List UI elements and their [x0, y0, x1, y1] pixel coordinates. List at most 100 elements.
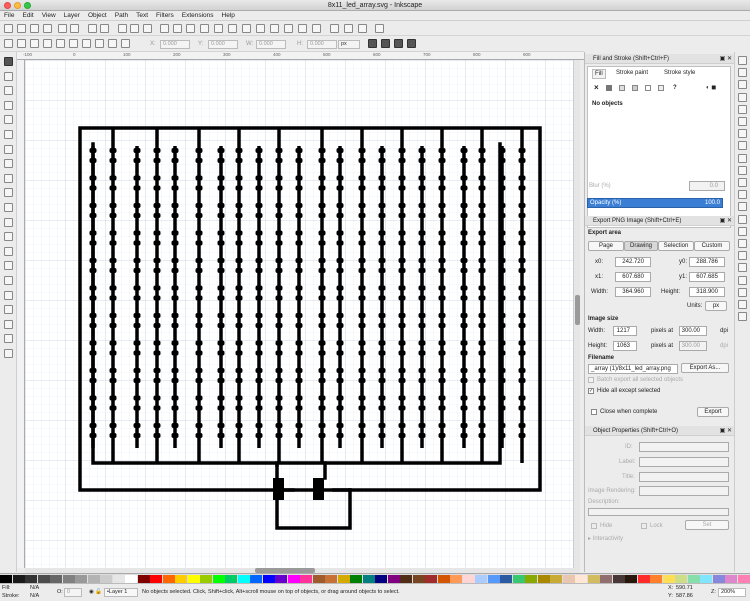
palette-swatch[interactable]: [112, 575, 125, 583]
lock-checkbox[interactable]: [641, 523, 647, 529]
layer-select[interactable]: •Layer 1: [104, 588, 138, 597]
area-height-field[interactable]: 318.900: [689, 287, 725, 297]
command-icon[interactable]: [256, 24, 265, 33]
snap-toggle-icon[interactable]: [738, 287, 747, 297]
stroke-indicator-value[interactable]: N/A: [30, 593, 39, 600]
command-icon[interactable]: [344, 24, 353, 33]
spray-tool-icon[interactable]: [4, 261, 13, 271]
palette-swatch[interactable]: [0, 575, 12, 583]
palette-swatch[interactable]: [562, 575, 575, 583]
selector-option-icon[interactable]: [4, 39, 13, 48]
snap-toggle-icon[interactable]: [738, 226, 747, 236]
palette-swatch[interactable]: [425, 575, 437, 583]
image-rendering-select[interactable]: [639, 486, 729, 496]
ellipse-tool-icon[interactable]: [4, 159, 13, 169]
palette-swatch[interactable]: [500, 575, 512, 583]
palette-swatch[interactable]: [725, 575, 737, 583]
selector-option-icon[interactable]: [108, 39, 117, 48]
menu-layer[interactable]: Layer: [60, 11, 84, 21]
star-tool-icon[interactable]: [4, 173, 13, 183]
palette-swatch[interactable]: [512, 575, 525, 583]
snap-toggle-icon[interactable]: [738, 190, 747, 200]
export-png-header[interactable]: Export PNG Image (Shift+Ctrl+E) ▣ ✕: [585, 216, 735, 226]
palette-swatch[interactable]: [212, 575, 225, 583]
palette-swatch[interactable]: [137, 575, 150, 583]
command-icon[interactable]: [312, 24, 321, 33]
filename-field[interactable]: _array (1)/8x11_led_array.png: [588, 364, 678, 374]
no-paint-icon[interactable]: ×: [594, 84, 599, 92]
spiral-tool-icon[interactable]: [4, 188, 13, 198]
dialog-close-icon[interactable]: ▣ ✕: [720, 426, 732, 436]
unset-paint-icon[interactable]: ?: [673, 84, 677, 92]
snap-toggle-icon[interactable]: [738, 263, 747, 273]
dialog-close-icon[interactable]: ▣ ✕: [720, 216, 732, 226]
zoom-window-icon[interactable]: [24, 2, 31, 9]
menu-file[interactable]: File: [0, 11, 18, 21]
snap-toggle-icon[interactable]: [738, 165, 747, 175]
snap-toggle-icon[interactable]: [738, 251, 747, 261]
area-width-field[interactable]: 364.960: [615, 287, 651, 297]
blur-field[interactable]: 0.0: [689, 181, 725, 191]
palette-swatch[interactable]: [387, 575, 400, 583]
command-icon[interactable]: [284, 24, 293, 33]
snap-toggle-icon[interactable]: [738, 275, 747, 285]
selector-option-icon[interactable]: [17, 39, 26, 48]
palette-swatch[interactable]: [12, 575, 25, 583]
mesh-tool-icon[interactable]: [4, 319, 13, 329]
palette-swatch[interactable]: [700, 575, 712, 583]
eraser-tool-icon[interactable]: [4, 276, 13, 285]
tab-stroke-style[interactable]: Stroke style: [662, 69, 697, 77]
object-properties-header[interactable]: Object Properties (Shift+Ctrl+O) ▣ ✕: [585, 426, 735, 436]
fill-rule-icon[interactable]: ◐ ◼: [706, 84, 716, 92]
snap-toggle-icon[interactable]: [738, 312, 747, 322]
palette-swatch[interactable]: [187, 575, 200, 583]
canvas[interactable]: [25, 60, 573, 568]
palette-swatch[interactable]: [625, 575, 637, 583]
transform-affect-icon[interactable]: [394, 39, 403, 48]
y-field[interactable]: 0.000: [208, 40, 238, 49]
palette-swatch[interactable]: [275, 575, 287, 583]
transform-affect-icon[interactable]: [407, 39, 416, 48]
palette-swatch[interactable]: [25, 575, 37, 583]
palette-swatch[interactable]: [462, 575, 475, 583]
interactivity-expander[interactable]: ▸ Interactivity: [588, 535, 623, 543]
palette-swatch[interactable]: [350, 575, 362, 583]
command-icon[interactable]: [228, 24, 237, 33]
h-field[interactable]: 0.000: [307, 40, 337, 49]
selector-option-icon[interactable]: [56, 39, 65, 48]
palette-swatch[interactable]: [312, 575, 325, 583]
command-icon[interactable]: [242, 24, 251, 33]
minimize-window-icon[interactable]: [14, 2, 21, 9]
tab-fill[interactable]: Fill: [592, 69, 606, 79]
text-tool-icon[interactable]: [4, 246, 13, 256]
selector-option-icon[interactable]: [43, 39, 52, 48]
mesh-gradient-icon[interactable]: [645, 85, 651, 91]
command-icon[interactable]: [30, 24, 39, 33]
palette-swatch[interactable]: [87, 575, 100, 583]
w-field[interactable]: 0.000: [256, 40, 286, 49]
batch-export-checkbox[interactable]: [588, 377, 594, 383]
tab-stroke-paint[interactable]: Stroke paint: [614, 69, 650, 77]
selector-option-icon[interactable]: [95, 39, 104, 48]
description-field[interactable]: [588, 508, 729, 516]
tweak-tool-icon[interactable]: [4, 86, 13, 96]
export-as-button[interactable]: Export As...: [681, 363, 729, 373]
menu-path[interactable]: Path: [111, 11, 132, 21]
palette-swatch[interactable]: [225, 575, 237, 583]
hide-checkbox[interactable]: [591, 523, 597, 529]
palette-swatch[interactable]: [362, 575, 375, 583]
palette-swatch[interactable]: [475, 575, 487, 583]
command-icon[interactable]: [173, 24, 182, 33]
snap-toggle-icon[interactable]: [738, 202, 747, 212]
export-area-page-button[interactable]: Page: [588, 241, 624, 251]
palette-swatch[interactable]: [487, 575, 500, 583]
command-icon[interactable]: [358, 24, 367, 33]
palette-swatch[interactable]: [150, 575, 162, 583]
export-area-custom-button[interactable]: Custom: [694, 241, 730, 251]
transform-affect-icon[interactable]: [381, 39, 390, 48]
fill-stroke-header[interactable]: Fill and Stroke (Shift+Ctrl+F) ▣ ✕: [585, 54, 735, 64]
close-when-complete-checkbox[interactable]: [591, 409, 597, 415]
palette-swatch[interactable]: [100, 575, 112, 583]
close-window-icon[interactable]: [4, 2, 11, 9]
command-icon[interactable]: [298, 24, 307, 33]
